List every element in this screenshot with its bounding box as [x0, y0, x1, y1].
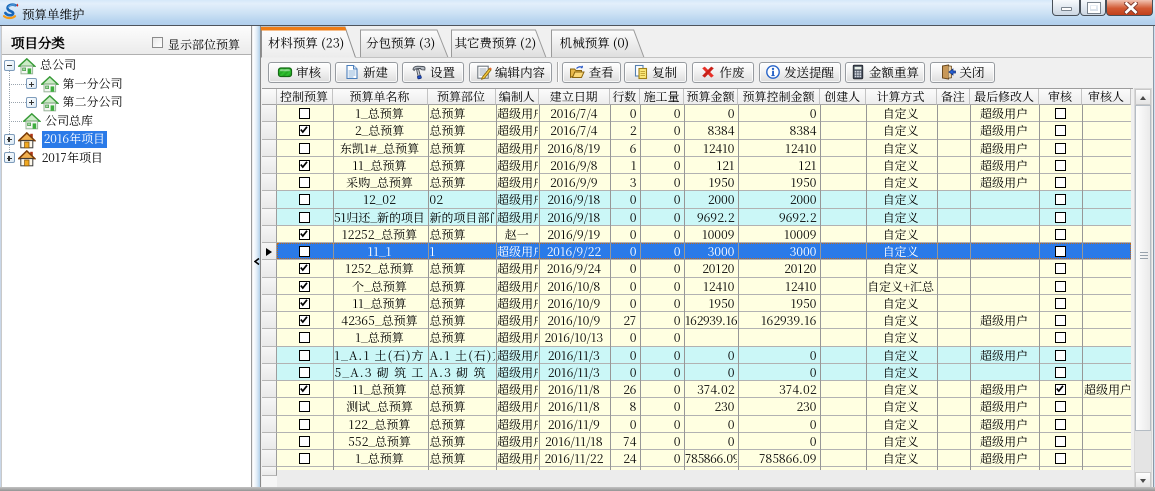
svg-text:机械预算 (0): 机械预算 (0)	[560, 34, 629, 52]
svg-text:材料预算 (23): 材料预算 (23)	[268, 34, 344, 52]
svg-text:分包预算 (3): 分包预算 (3)	[366, 34, 435, 52]
svg-text:其它费预算 (2): 其它费预算 (2)	[454, 34, 536, 52]
